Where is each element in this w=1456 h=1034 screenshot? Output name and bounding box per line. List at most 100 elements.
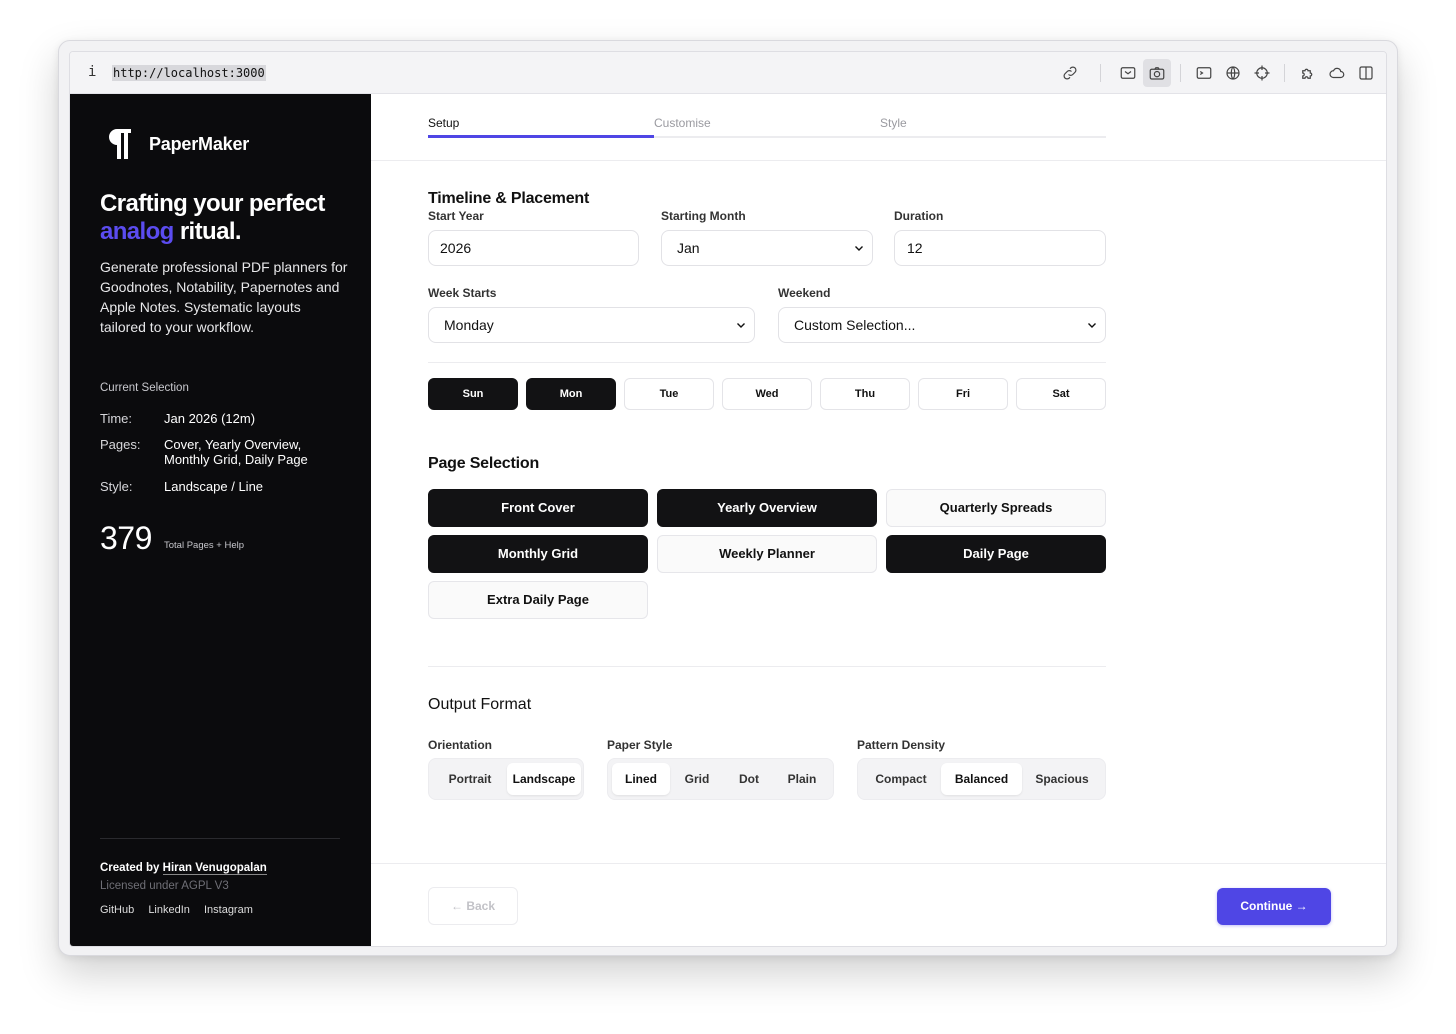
headline: Crafting your perfect analog ritual. bbox=[100, 190, 350, 246]
paper-plain[interactable]: Plain bbox=[774, 763, 830, 795]
page-option-weekly-planner[interactable]: Weekly Planner bbox=[657, 535, 877, 573]
terminal-icon[interactable] bbox=[1194, 63, 1214, 83]
start-year-input[interactable]: 2026 bbox=[428, 230, 639, 266]
timeline-title: Timeline & Placement bbox=[428, 190, 590, 207]
browser-window: i http://localhost:3000 PaperMaker Craft… bbox=[58, 40, 1398, 956]
step-tabs: Setup Customise Style bbox=[428, 116, 1106, 138]
page-option-front-cover[interactable]: Front Cover bbox=[428, 489, 648, 527]
pattern-density-segmented-control: Compact Balanced Spacious bbox=[857, 758, 1106, 800]
tab-customise[interactable]: Customise bbox=[654, 116, 711, 130]
weekend-label: Weekend bbox=[778, 286, 831, 300]
total-pages-label: Total Pages + Help bbox=[164, 540, 245, 551]
headline-rest: ritual. bbox=[173, 218, 242, 245]
day-toggle-sun[interactable]: Sun bbox=[428, 378, 518, 410]
start-year-label: Start Year bbox=[428, 209, 484, 223]
linkedin-link[interactable]: LinkedIn bbox=[148, 904, 190, 916]
weekend-select[interactable]: Custom Selection... bbox=[778, 307, 1106, 343]
time-key: Time: bbox=[100, 411, 133, 426]
link-icon[interactable] bbox=[1060, 63, 1080, 83]
header-divider bbox=[371, 160, 1386, 161]
main-panel: Setup Customise Style Timeline & Placeme… bbox=[371, 94, 1386, 946]
orientation-landscape[interactable]: Landscape bbox=[507, 763, 581, 795]
url-bar: i http://localhost:3000 bbox=[70, 52, 1386, 94]
current-selection-label: Current Selection bbox=[100, 382, 189, 394]
weekend-divider bbox=[428, 362, 1106, 363]
pages-key: Pages: bbox=[100, 437, 141, 452]
output-format-title: Output Format bbox=[428, 696, 532, 713]
screenshot-region-icon[interactable] bbox=[1118, 63, 1138, 83]
browser-viewport: i http://localhost:3000 PaperMaker Craft… bbox=[69, 51, 1387, 947]
starting-month-label: Starting Month bbox=[661, 209, 746, 223]
pages-value: Cover, Yearly Overview, Monthly Grid, Da… bbox=[164, 437, 308, 467]
starting-month-value: Jan bbox=[677, 240, 700, 256]
headline-line1: Crafting your perfect bbox=[100, 190, 325, 217]
description: Generate professional PDF planners for G… bbox=[100, 259, 348, 335]
tab-setup[interactable]: Setup bbox=[428, 116, 459, 130]
social-links: GitHub LinkedIn Instagram bbox=[100, 904, 264, 916]
page-option-daily-page[interactable]: Daily Page bbox=[886, 535, 1106, 573]
credit: Created by Hiran Venugopalan bbox=[100, 862, 267, 875]
density-compact[interactable]: Compact bbox=[862, 763, 940, 795]
sidebar-toggle-icon[interactable] bbox=[1356, 63, 1376, 83]
sidebar: PaperMaker Crafting your perfect analog … bbox=[70, 94, 371, 946]
toolbar-separator bbox=[1100, 64, 1101, 82]
weekend-value: Custom Selection... bbox=[794, 317, 916, 333]
density-balanced[interactable]: Balanced bbox=[941, 763, 1022, 795]
duration-input[interactable]: 12 bbox=[894, 230, 1106, 266]
orientation-portrait[interactable]: Portrait bbox=[433, 763, 507, 795]
cloud-icon[interactable] bbox=[1327, 63, 1347, 83]
url-field[interactable]: http://localhost:3000 bbox=[112, 65, 266, 81]
crosshair-icon[interactable] bbox=[1252, 63, 1272, 83]
instagram-link[interactable]: Instagram bbox=[204, 904, 253, 916]
toolbar-separator bbox=[1180, 64, 1181, 82]
page-option-yearly-overview[interactable]: Yearly Overview bbox=[657, 489, 877, 527]
page-option-quarterly-spreads[interactable]: Quarterly Spreads bbox=[886, 489, 1106, 527]
orientation-segmented-control: Portrait Landscape bbox=[428, 758, 584, 800]
info-icon[interactable]: i bbox=[88, 64, 96, 80]
week-starts-label: Week Starts bbox=[428, 286, 497, 300]
day-toggle-sat[interactable]: Sat bbox=[1016, 378, 1106, 410]
tab-active-indicator bbox=[428, 135, 654, 138]
camera-icon[interactable] bbox=[1143, 59, 1171, 87]
credit-prefix: Created by bbox=[100, 862, 163, 874]
paper-dot[interactable]: Dot bbox=[724, 763, 774, 795]
day-toggle-wed[interactable]: Wed bbox=[722, 378, 812, 410]
app-name: PaperMaker bbox=[149, 134, 250, 154]
continue-button[interactable]: Continue → bbox=[1217, 888, 1331, 925]
duration-label: Duration bbox=[894, 209, 944, 223]
license: Licensed under AGPL V3 bbox=[100, 880, 229, 892]
pattern-density-label: Pattern Density bbox=[857, 738, 946, 752]
starting-month-select[interactable]: Jan bbox=[661, 230, 873, 266]
page-option-extra-daily-page[interactable]: Extra Daily Page bbox=[428, 581, 648, 619]
github-link[interactable]: GitHub bbox=[100, 904, 134, 916]
time-value: Jan 2026 (12m) bbox=[164, 411, 256, 426]
back-button[interactable]: ← Back bbox=[428, 887, 518, 925]
day-toggle-fri[interactable]: Fri bbox=[918, 378, 1008, 410]
total-pages-count: 379 bbox=[100, 520, 152, 556]
day-toggle-mon[interactable]: Mon bbox=[526, 378, 616, 410]
paper-style-segmented-control: Lined Grid Dot Plain bbox=[607, 758, 834, 800]
headline-accent: analog bbox=[100, 218, 174, 245]
paper-grid[interactable]: Grid bbox=[670, 763, 724, 795]
paper-lined[interactable]: Lined bbox=[612, 763, 670, 795]
sidebar-divider bbox=[100, 838, 340, 839]
puzzle-icon[interactable] bbox=[1298, 63, 1318, 83]
paper-style-label: Paper Style bbox=[607, 738, 673, 752]
page-selection-divider bbox=[428, 666, 1106, 667]
pilcrow-logo-icon bbox=[109, 129, 131, 159]
tab-style[interactable]: Style bbox=[880, 116, 907, 130]
author-link[interactable]: Hiran Venugopalan bbox=[162, 862, 267, 875]
footer-divider bbox=[371, 863, 1386, 864]
chevron-down-icon bbox=[855, 246, 863, 251]
week-starts-value: Monday bbox=[444, 317, 494, 333]
day-toggle-thu[interactable]: Thu bbox=[820, 378, 910, 410]
day-toggle-tue[interactable]: Tue bbox=[624, 378, 714, 410]
week-starts-select[interactable]: Monday bbox=[428, 307, 755, 343]
chevron-down-icon bbox=[737, 323, 745, 328]
density-spacious[interactable]: Spacious bbox=[1022, 763, 1102, 795]
orientation-label: Orientation bbox=[428, 738, 493, 752]
chevron-down-icon bbox=[1088, 323, 1096, 328]
globe-icon[interactable] bbox=[1223, 63, 1243, 83]
page-option-monthly-grid[interactable]: Monthly Grid bbox=[428, 535, 648, 573]
toolbar-separator bbox=[1284, 64, 1285, 82]
